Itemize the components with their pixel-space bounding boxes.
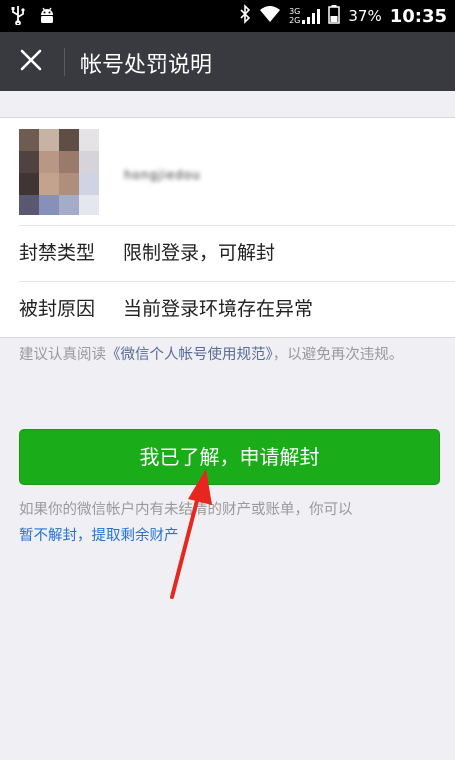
usage-rules-link[interactable]: 《微信个人帐号使用规范》 [106,347,273,363]
ban-reason-label: 被封原因 [19,298,96,320]
ban-type-value: 限制登录，可解封 [123,242,276,264]
wifi-icon [259,5,281,27]
signal-icon: 3G 2G [289,7,321,25]
top-bar: 帐号处罚说明 [0,32,455,91]
close-icon [19,48,43,76]
status-bar: 3G 2G 37% 10:35 [0,0,455,32]
apply-unban-button[interactable]: 我已了解，申请解封 [19,429,440,485]
ban-reason-row: 被封原因 当前登录环境存在异常 [19,281,455,337]
network-type-top: 3G [289,7,301,16]
avatar [19,129,99,215]
ban-type-row: 封禁类型 限制登录，可解封 [19,225,455,281]
withdraw-funds-link[interactable]: 暂不解封，提取剩余财产 [19,528,179,544]
footer-text: 如果你的微信帐户内有未结清的财产或账单，你可以 [19,502,353,518]
notice-prefix: 建议认真阅读 [19,347,106,363]
usage-notice: 建议认真阅读《微信个人帐号使用规范》，以避免再次违规。 [19,343,439,367]
battery-icon [328,4,341,28]
android-icon [38,5,56,29]
battery-percentage: 37% [348,7,382,25]
notice-suffix: ，以避免再次违规。 [272,347,404,363]
header-divider [64,48,65,76]
network-type-bottom: 2G [289,16,301,25]
ban-reason-value: 当前登录环境存在异常 [123,298,314,320]
username: hongjiedou [124,168,201,182]
clock: 10:35 [389,5,447,27]
ban-type-label: 封禁类型 [19,242,96,264]
usb-icon [10,5,26,29]
footer-note: 如果你的微信帐户内有未结清的财产或账单，你可以 暂不解封，提取剩余财产 [19,497,444,549]
page-title: 帐号处罚说明 [80,53,213,78]
close-button[interactable] [12,44,50,80]
bluetooth-icon [239,4,251,28]
account-card: hongjiedou 封禁类型 限制登录，可解封 被封原因 当前登录环境存在异常 [0,117,455,338]
